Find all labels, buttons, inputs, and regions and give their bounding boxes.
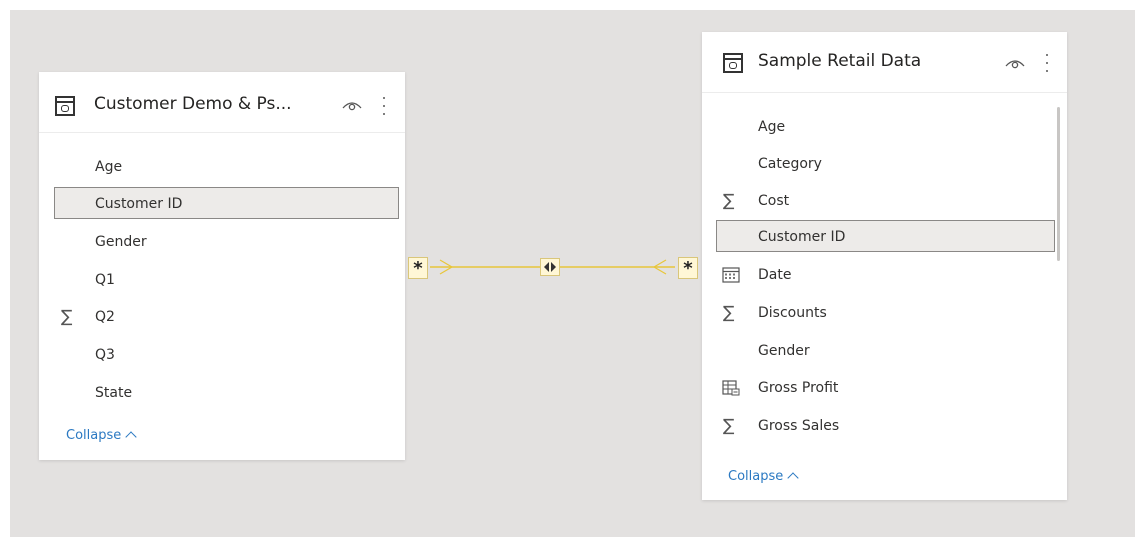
field-label: Customer ID xyxy=(758,229,846,245)
field-label: Gross Profit xyxy=(758,380,839,396)
field-label: Date xyxy=(758,267,792,283)
cross-filter-both-icon[interactable] xyxy=(540,258,560,276)
field-row-customer-id[interactable]: Customer ID xyxy=(54,187,399,219)
field-label: Category xyxy=(758,156,822,172)
more-options-icon[interactable] xyxy=(1044,51,1050,75)
field-label: Gender xyxy=(758,343,810,359)
table-card-sample-retail-data[interactable]: Sample Retail Data Age Category ∑ Cost C… xyxy=(702,32,1067,500)
field-row-q3[interactable]: Q3 xyxy=(54,339,399,371)
more-options-icon[interactable] xyxy=(381,94,387,118)
field-row-q2[interactable]: ∑ Q2 xyxy=(54,301,399,333)
field-label: State xyxy=(95,385,133,401)
table-card-header[interactable]: Sample Retail Data xyxy=(702,32,1067,93)
chevron-up-icon xyxy=(787,472,799,484)
field-label: Cost xyxy=(758,193,790,209)
calculated-column-icon xyxy=(722,380,740,396)
field-label: Q2 xyxy=(95,309,115,325)
field-label: Gender xyxy=(95,234,147,250)
chevron-up-icon xyxy=(125,431,137,443)
field-label: Q3 xyxy=(95,347,115,363)
field-label: Q1 xyxy=(95,272,115,288)
collapse-link[interactable]: Collapse xyxy=(728,469,799,484)
field-row-gross-profit[interactable]: Gross Profit xyxy=(716,372,1054,404)
sigma-icon: ∑ xyxy=(723,191,735,211)
field-label: Discounts xyxy=(758,305,827,321)
cardinality-many-left: * xyxy=(408,257,428,279)
field-row-state[interactable]: State xyxy=(54,377,399,409)
table-card-customer-demo[interactable]: Customer Demo & Ps... Age Customer ID Ge… xyxy=(39,72,405,460)
sigma-icon: ∑ xyxy=(723,416,735,436)
field-label: Age xyxy=(758,119,786,135)
table-icon xyxy=(55,96,75,116)
field-row-gender[interactable]: Gender xyxy=(54,226,399,258)
field-label: Customer ID xyxy=(95,196,183,212)
table-title: Customer Demo & Ps... xyxy=(94,94,292,114)
field-row-cost[interactable]: ∑ Cost xyxy=(716,185,1054,217)
table-card-header[interactable]: Customer Demo & Ps... xyxy=(39,72,405,133)
field-row-q1[interactable]: Q1 xyxy=(54,264,399,296)
scrollbar-thumb[interactable] xyxy=(1057,107,1060,261)
field-row-gender[interactable]: Gender xyxy=(716,335,1054,367)
sigma-icon: ∑ xyxy=(723,303,735,323)
field-row-date[interactable]: Date xyxy=(716,259,1054,291)
field-row-age[interactable]: Age xyxy=(54,151,399,183)
collapse-label: Collapse xyxy=(728,469,784,484)
field-row-discounts[interactable]: ∑ Discounts xyxy=(716,297,1054,329)
table-icon xyxy=(723,53,743,73)
field-label: Gross Sales xyxy=(758,418,840,434)
field-row-category[interactable]: Category xyxy=(716,148,1054,180)
eye-icon[interactable] xyxy=(342,98,362,112)
eye-icon[interactable] xyxy=(1005,56,1025,70)
collapse-link[interactable]: Collapse xyxy=(66,428,137,443)
cardinality-many-right: * xyxy=(678,257,698,279)
field-row-age[interactable]: Age xyxy=(716,111,1054,143)
collapse-label: Collapse xyxy=(66,428,122,443)
field-label: Age xyxy=(95,159,123,175)
table-title: Sample Retail Data xyxy=(758,51,922,71)
calendar-icon xyxy=(722,267,740,283)
field-row-customer-id[interactable]: Customer ID xyxy=(716,220,1055,252)
field-row-gross-sales[interactable]: ∑ Gross Sales xyxy=(716,410,1054,442)
sigma-icon: ∑ xyxy=(61,307,73,327)
